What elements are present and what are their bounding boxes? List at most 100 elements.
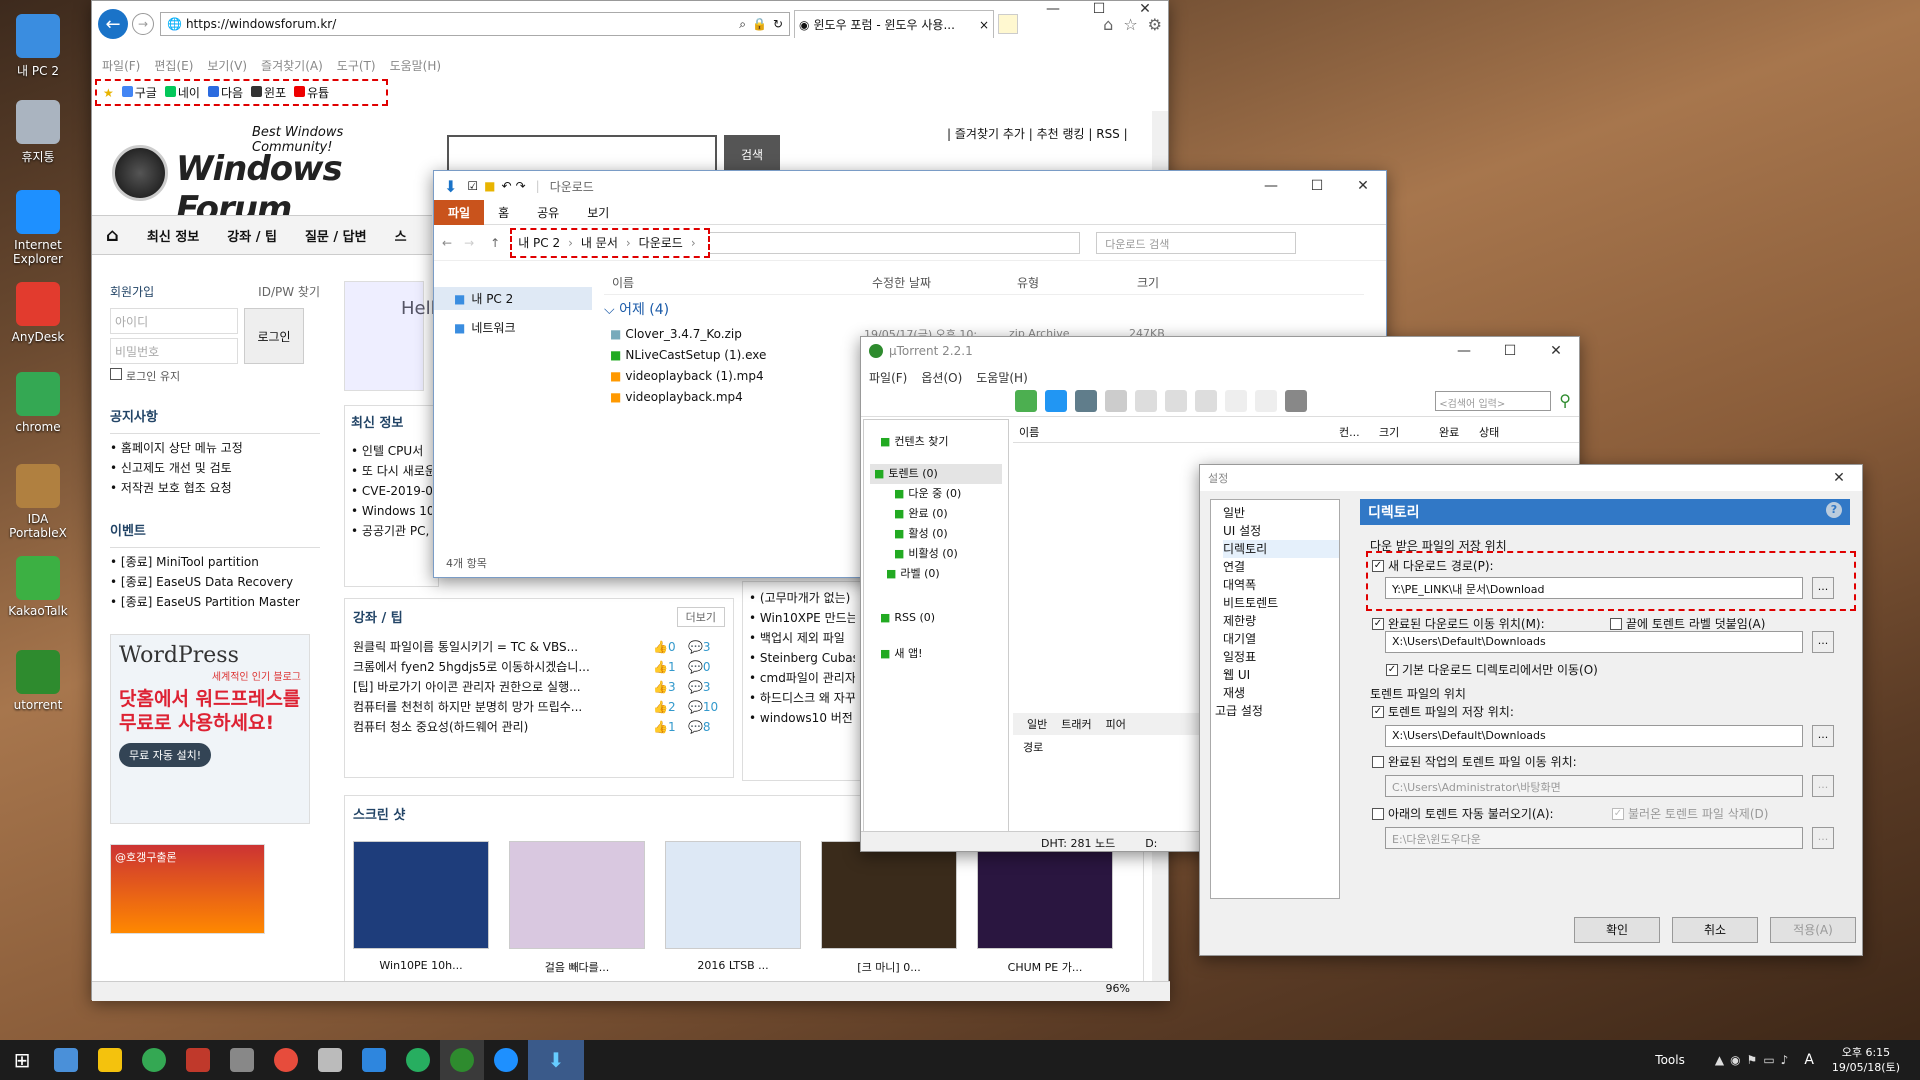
more-button[interactable]: 더보기: [676, 607, 725, 627]
taskbar-app[interactable]: [308, 1040, 352, 1080]
menu-item[interactable]: 보기(V): [207, 59, 247, 73]
back-icon[interactable]: ←: [442, 236, 452, 250]
breadcrumb-item[interactable]: 내 문서: [581, 234, 618, 251]
add-url-icon[interactable]: [1045, 389, 1067, 412]
ie-tab[interactable]: ◉ 윈도우 포럼 - 윈도우 사용... ×: [794, 10, 994, 38]
breadcrumb-item[interactable]: 내 PC 2: [518, 234, 560, 251]
table-row[interactable]: [팁] 바로가기 아이콘 관리자 권한으로 실행... 👍 3 💬 3: [353, 677, 725, 697]
search-icon[interactable]: ⚲: [1559, 391, 1571, 410]
redo-icon[interactable]: ↷: [516, 179, 526, 193]
table-row[interactable]: 컴퓨터 청소 중요성(하드웨어 관리) 👍 1 💬 8: [353, 717, 725, 737]
create-torrent-icon[interactable]: [1075, 389, 1097, 412]
breadcrumb[interactable]: 내 PC 2 › 내 문서 › 다운로드 ›: [510, 227, 711, 258]
minimize-button[interactable]: —: [1248, 178, 1294, 194]
close-button[interactable]: ✕: [1533, 343, 1579, 359]
desktop-icon[interactable]: IDA PortableX: [6, 464, 70, 540]
ime-indicator[interactable]: A: [1804, 1052, 1814, 1068]
tree-item[interactable]: 대역폭: [1223, 576, 1339, 594]
tree-item[interactable]: 연결: [1223, 558, 1339, 576]
pause-icon[interactable]: [1165, 389, 1187, 412]
column-header[interactable]: 컨...: [1333, 424, 1373, 440]
menu-item[interactable]: 즐겨찾기(A): [261, 59, 323, 73]
top-links[interactable]: | 즐겨찾기 추가 | 추천 랭킹 | RSS |: [947, 125, 1128, 142]
preferences-icon[interactable]: [1285, 389, 1307, 412]
only-default-checkbox[interactable]: ✓: [1386, 663, 1398, 676]
add-favorite-icon[interactable]: ★: [103, 86, 114, 100]
folder-icon[interactable]: ■: [484, 179, 495, 193]
site-nav-item[interactable]: 질문 / 답변: [305, 226, 367, 245]
promo-image[interactable]: Hell: [344, 281, 436, 391]
address-bar[interactable]: 🌐 https://windowsforum.kr/ ⌕ 🔒 ↻: [160, 12, 790, 36]
screenshot-card[interactable]: 걸음 빼다를...: [509, 841, 645, 975]
new-tab-icon[interactable]: [998, 14, 1018, 34]
detail-tab[interactable]: 피어: [1106, 716, 1126, 732]
site-nav-item[interactable]: 최신 정보: [147, 226, 199, 245]
browse-button[interactable]: ...: [1812, 631, 1834, 653]
list-item[interactable]: • 공공기관 PC,: [351, 521, 432, 541]
favorite-link[interactable]: 윈포: [251, 84, 286, 101]
column-header[interactable]: 크기: [1129, 274, 1229, 291]
torrent-move-path[interactable]: C:\Users\Administrator\바탕화면: [1385, 775, 1803, 797]
tree-item[interactable]: 일정표: [1223, 648, 1339, 666]
delete-loaded-checkbox[interactable]: ✓: [1612, 807, 1624, 820]
torrent-store-checkbox[interactable]: ✓: [1372, 705, 1384, 718]
menu-item[interactable]: 파일(F): [102, 59, 140, 73]
list-item[interactable]: • 하드디스크 왜 자꾸: [749, 688, 855, 708]
zoom-level[interactable]: 96%: [1106, 982, 1130, 995]
list-item[interactable]: • Steinberg Cubase: [749, 648, 855, 668]
login-button[interactable]: 로그인: [244, 308, 304, 364]
ribbon-tab[interactable]: 보기: [573, 200, 623, 225]
tree-item[interactable]: 대기열: [1223, 630, 1339, 648]
maximize-button[interactable]: ☐: [1294, 178, 1340, 194]
explorer-search[interactable]: 다운로드 검색: [1096, 231, 1297, 254]
group-header[interactable]: ⌵ 어제 (4): [604, 299, 669, 319]
sidebar-item[interactable]: ■ 토렌트 (0): [870, 464, 1002, 484]
signup-link[interactable]: 회원가입: [110, 283, 154, 300]
desktop-icon[interactable]: chrome: [6, 372, 70, 434]
desktop-icon[interactable]: 휴지통: [6, 100, 70, 165]
column-header[interactable]: 수정한 날짜: [864, 274, 1009, 291]
move-done-checkbox[interactable]: ✓: [1372, 617, 1384, 630]
help-icon[interactable]: ?: [1826, 502, 1842, 518]
list-item[interactable]: • [종료] EaseUS Data Recovery: [110, 572, 320, 592]
list-item[interactable]: • 인텔 CPU서: [351, 441, 432, 461]
sidebar-item[interactable]: ■ 다운 중 (0): [870, 484, 1002, 504]
list-item[interactable]: • Windows 10,: [351, 501, 432, 521]
close-button[interactable]: ✕: [1122, 1, 1168, 17]
move-done-path[interactable]: X:\Users\Default\Downloads: [1385, 631, 1803, 653]
tree-item[interactable]: UI 설정: [1223, 522, 1339, 540]
list-item[interactable]: • CVE-2019-070: [351, 481, 432, 501]
favorite-link[interactable]: 구글: [121, 84, 157, 101]
menu-item[interactable]: 편집(E): [154, 59, 193, 73]
table-row[interactable]: 원클릭 파일이름 통일시키기 = TC & VBS... 👍 0 💬 3: [353, 637, 725, 657]
list-item[interactable]: • 홈페이지 상단 메뉴 고정: [110, 438, 320, 458]
new-download-path[interactable]: Y:\PE_LINK\내 문서\Download: [1385, 577, 1803, 599]
address-bar[interactable]: [710, 231, 1081, 254]
up-icon[interactable]: ↑: [490, 236, 500, 250]
desktop-icon[interactable]: AnyDesk: [6, 282, 70, 344]
close-button[interactable]: ✕: [1816, 470, 1862, 486]
find-link[interactable]: ID/PW 찾기: [258, 283, 320, 300]
menu-item[interactable]: 파일(F): [869, 371, 907, 385]
taskbar-app[interactable]: ⬇: [528, 1040, 584, 1080]
keep-login-checkbox[interactable]: [110, 368, 122, 380]
home-icon[interactable]: ⌂: [106, 225, 119, 246]
ok-button[interactable]: 확인: [1574, 917, 1660, 943]
desktop-icon[interactable]: KakaoTalk: [6, 556, 70, 618]
site-nav-item[interactable]: 스: [395, 226, 407, 245]
taskbar-app[interactable]: [264, 1040, 308, 1080]
site-nav-item[interactable]: 강좌 / 팁: [227, 226, 277, 245]
new-download-checkbox[interactable]: ✓: [1372, 559, 1384, 572]
start-icon[interactable]: [1135, 389, 1157, 412]
screenshot-card[interactable]: CHUM PE 가...: [977, 841, 1113, 975]
sidebar-item[interactable]: ■ 라벨 (0): [870, 564, 1002, 584]
add-torrent-icon[interactable]: [1015, 389, 1037, 412]
forward-icon[interactable]: →: [464, 236, 474, 250]
tree-item[interactable]: 비트토렌트: [1223, 594, 1339, 612]
taskbar-app[interactable]: [484, 1040, 528, 1080]
taskbar-app[interactable]: [220, 1040, 264, 1080]
taskbar-app[interactable]: [44, 1040, 88, 1080]
sidebar-item[interactable]: ■ RSS (0): [870, 608, 1002, 628]
menu-item[interactable]: 도움말(H): [390, 59, 442, 73]
taskbar-app[interactable]: [176, 1040, 220, 1080]
